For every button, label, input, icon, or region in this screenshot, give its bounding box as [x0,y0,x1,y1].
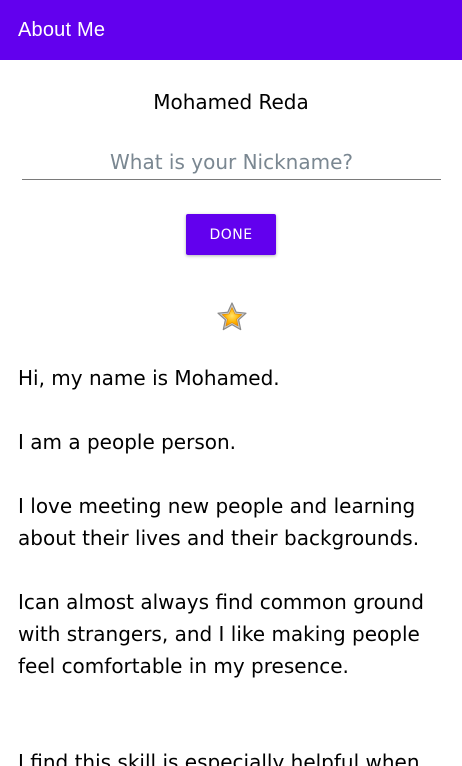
done-button[interactable]: DONE [186,214,276,255]
nickname-input[interactable] [22,144,441,180]
app-bar: About Me [0,0,462,60]
name-text: Mohamed Reda [153,90,309,114]
app-bar-title: About Me [18,18,106,41]
star-icon [217,302,247,331]
about-me-screen: About Me Mohamed Reda DONE Hi, my name i… [0,0,462,766]
bio-text: Hi, my name is Mohamed. I am a people pe… [18,366,424,766]
